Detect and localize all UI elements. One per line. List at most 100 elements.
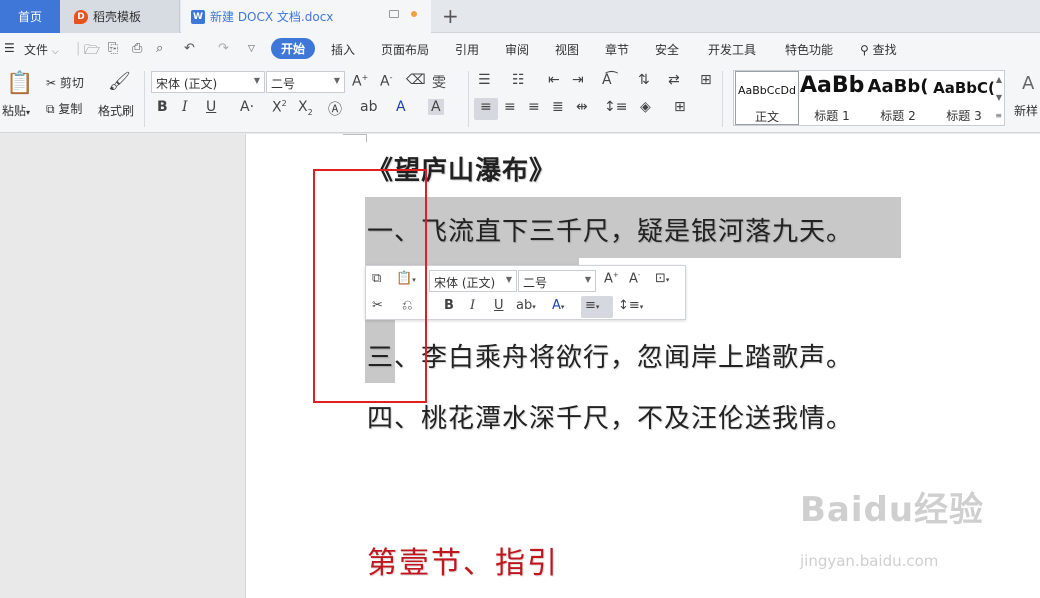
align-right-icon[interactable]: ≡ [528, 99, 540, 115]
style-heading-1-name: 标题 1 [814, 109, 850, 123]
paste-icon[interactable]: 📋 [6, 71, 33, 96]
chevron-down-icon: ▾ [26, 108, 31, 117]
document-line-3[interactable]: 四、桃花潭水深千尺，不及汪伦送我情。 [367, 398, 853, 435]
new-style-button[interactable]: 新样 [1014, 102, 1038, 119]
open-folder-icon[interactable]: 🗁 [84, 41, 100, 63]
borders-icon[interactable]: ⊞ [674, 99, 686, 115]
line-spacing-icon[interactable]: ↕≡ [604, 99, 627, 115]
bullets-icon[interactable]: ☰ [478, 72, 491, 88]
mini-font-name-select[interactable]: 宋体 (正文) ▼ [429, 270, 517, 292]
style-heading-1[interactable]: AaBb 标题 1 [800, 71, 864, 125]
section-heading[interactable]: 第壹节、指引 [367, 538, 559, 582]
window-mode-icon[interactable] [389, 10, 399, 18]
tab-document[interactable]: W 新建 DOCX 文档.docx [181, 0, 431, 33]
increase-indent-icon[interactable]: ⇥ [572, 72, 584, 88]
font-name-select[interactable]: 宋体 (正文) ▼ [151, 71, 265, 93]
text-direction-icon[interactable]: A͡ [602, 72, 612, 88]
divider [722, 71, 723, 127]
daoke-logo-icon: D [74, 9, 88, 24]
line-spacing-icon[interactable]: ↕≡▾ [618, 298, 643, 313]
italic-icon[interactable]: I [470, 298, 475, 313]
document-line-2[interactable]: 三、李白乘舟将欲行，忽闻岸上踏歌声。 [367, 337, 853, 374]
styles-scroll-down-icon[interactable]: ▼ [996, 93, 1002, 102]
grow-font-icon[interactable]: A+ [604, 271, 619, 286]
styles-icon[interactable]: ⊡▾ [655, 271, 669, 286]
new-style-icon[interactable]: A [1022, 73, 1034, 94]
emphasis-icon[interactable]: A· [240, 99, 254, 115]
highlight-icon[interactable]: ab▾ [516, 298, 536, 313]
menu-search[interactable]: ⚲ 查找 [860, 41, 897, 58]
undo-icon[interactable]: ↶ [184, 41, 195, 56]
borders-layout-icon[interactable]: ⊞ [700, 72, 712, 88]
unsaved-dot-icon[interactable] [411, 11, 417, 17]
redo-icon[interactable]: ↷ [218, 41, 229, 56]
text-effect-icon[interactable]: Ⓐ [328, 99, 342, 119]
numbering-icon[interactable]: ☷ [512, 72, 525, 88]
menu-review[interactable]: 审阅 [505, 41, 529, 58]
superscript-icon[interactable]: X2 [272, 99, 287, 116]
align-left-icon[interactable]: ≡▾ [585, 298, 599, 313]
menu-references[interactable]: 引用 [455, 41, 479, 58]
italic-icon[interactable]: I [182, 99, 188, 115]
menu-file[interactable]: 文件 ⌵ [24, 41, 59, 58]
font-size-select[interactable]: 二号 ▼ [266, 71, 345, 93]
sort-icon[interactable]: ⇅ [638, 72, 650, 88]
menu-bar: ☰ 文件 ⌵ | 🗁 ⎘ ⎙ ⌕ ↶ ↷ ▽ 开始 插入 页面布局 引用 审阅 … [0, 33, 1040, 65]
subscript-icon[interactable]: X2 [298, 99, 313, 117]
show-marks-icon[interactable]: ⇄ [668, 72, 680, 88]
shrink-font-icon[interactable]: A- [629, 271, 640, 286]
copy-button[interactable]: ⧉ 复制 [46, 100, 82, 117]
format-painter-icon[interactable]: 🖌 [108, 71, 131, 92]
style-heading-2[interactable]: AaBb( 标题 2 [865, 71, 931, 125]
print-icon[interactable]: ⎙ [132, 41, 142, 56]
shading-icon[interactable]: ◈ [640, 99, 651, 115]
underline-icon[interactable]: U [206, 99, 216, 115]
mini-font-size-select[interactable]: 二号 ▼ [518, 270, 596, 292]
paste-button[interactable]: 粘贴▾ [2, 102, 30, 119]
menu-view[interactable]: 视图 [555, 41, 579, 58]
hamburger-menu-icon[interactable]: ☰ [4, 41, 15, 55]
grow-font-icon[interactable]: A+ [352, 73, 368, 90]
menu-chapter[interactable]: 章节 [605, 41, 629, 58]
new-tab-button[interactable]: + [442, 4, 459, 28]
bold-icon[interactable]: B [157, 99, 168, 115]
distribute-icon[interactable]: ⇹ [576, 99, 588, 115]
highlight-icon[interactable]: ab [360, 99, 377, 115]
quick-access-dropdown-icon[interactable]: ▽ [248, 44, 255, 54]
clear-format-icon[interactable]: ⌫ [406, 72, 426, 88]
justify-icon[interactable]: ≣ [552, 99, 564, 115]
paste-label: 粘贴 [2, 104, 27, 118]
style-normal-sample: AaBbCcDd [738, 84, 796, 97]
underline-icon[interactable]: U [494, 298, 504, 313]
tab-daoke-templates[interactable]: D 稻壳模板 [60, 0, 180, 33]
shrink-font-icon[interactable]: A- [380, 73, 392, 90]
print-preview-icon[interactable]: ⌕ [156, 41, 163, 56]
align-center-icon[interactable]: ≡ [504, 99, 516, 115]
styles-more-icon[interactable]: ≡ [995, 111, 1002, 120]
chevron-down-icon: ▼ [505, 275, 512, 284]
styles-scroll-up-icon[interactable]: ▲ [996, 75, 1002, 84]
document-line-1[interactable]: 一、飞流直下三千尺，疑是银河落九天。 [367, 211, 853, 248]
bold-icon[interactable]: B [444, 298, 454, 313]
copy-icon: ⧉ [46, 102, 55, 116]
menu-security[interactable]: 安全 [655, 41, 679, 58]
menu-page-layout[interactable]: 页面布局 [381, 41, 429, 58]
menu-start[interactable]: 开始 [271, 38, 316, 59]
tab-home[interactable]: 首页 [0, 0, 60, 33]
font-color-icon[interactable]: A▾ [552, 298, 564, 313]
format-painter-button[interactable]: 格式刷 [98, 102, 134, 119]
style-heading-3[interactable]: AaBbC( 标题 3 [932, 71, 996, 125]
style-normal[interactable]: AaBbCcDd 正文 [735, 71, 799, 125]
mini-font-name-value: 宋体 (正文) [434, 276, 496, 290]
save-icon[interactable]: ⎘ [108, 41, 118, 56]
menu-developer[interactable]: 开发工具 [708, 41, 756, 58]
char-shading-icon[interactable]: A [428, 99, 444, 115]
phonetic-guide-icon[interactable]: 雯 [432, 72, 446, 92]
cut-button[interactable]: ✂ 剪切 [46, 74, 84, 91]
menu-special-features[interactable]: 特色功能 [785, 41, 833, 58]
align-left-icon[interactable]: ≡ [480, 99, 492, 115]
chevron-down-icon: ▼ [584, 275, 591, 284]
decrease-indent-icon[interactable]: ⇤ [548, 72, 560, 88]
menu-insert[interactable]: 插入 [331, 41, 355, 58]
font-color-icon[interactable]: A [396, 99, 406, 115]
